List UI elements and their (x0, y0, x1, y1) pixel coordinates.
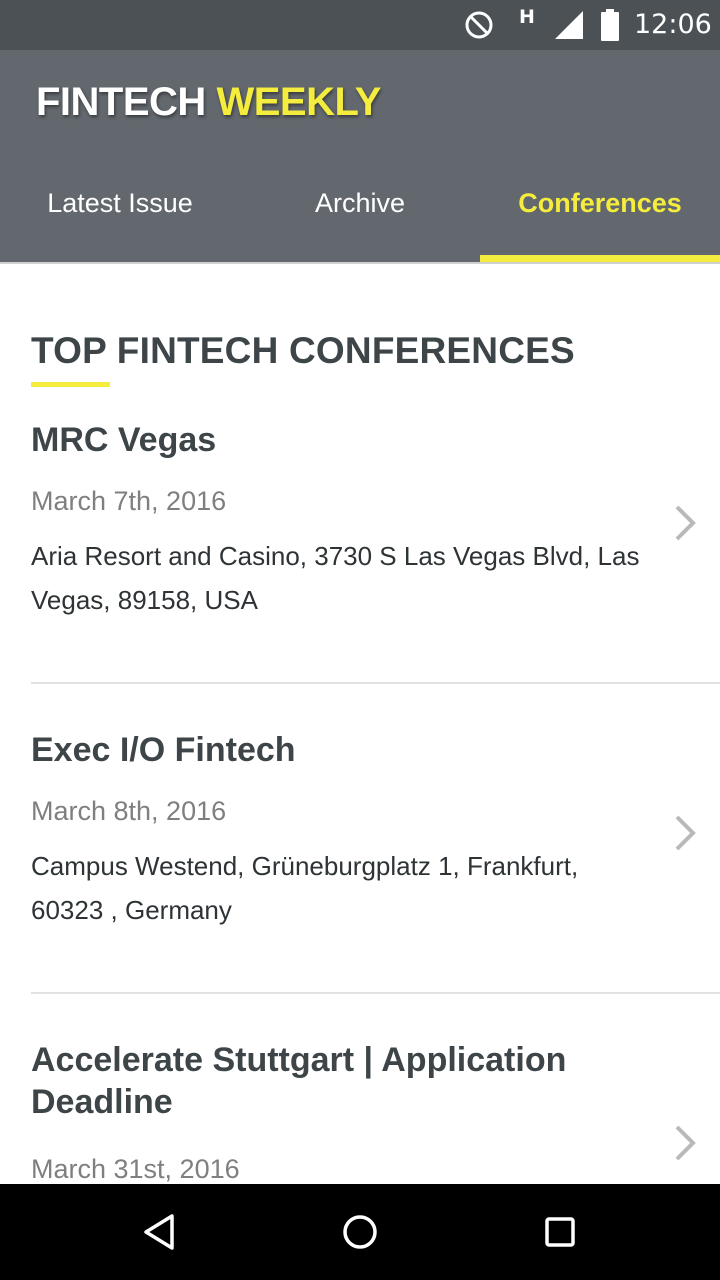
conference-address: Aria Resort and Casino, 3730 S Las Vegas… (31, 541, 640, 615)
home-icon[interactable] (336, 1208, 384, 1256)
system-nav-bar (0, 1184, 720, 1280)
conference-date: March 7th, 2016 (31, 486, 227, 516)
chevron-right-icon (675, 505, 696, 541)
recents-icon[interactable] (536, 1208, 584, 1256)
signal-icon (553, 0, 585, 50)
conference-date: March 8th, 2016 (31, 796, 227, 826)
tab-conferences[interactable]: Conferences (480, 164, 720, 262)
brand-fintech: FINTECH (36, 80, 206, 124)
tab-bar: Latest Issue Archive Conferences (0, 164, 720, 262)
battery-icon (600, 0, 620, 50)
conference-title: Exec I/O Fintech (31, 731, 296, 769)
network-h-icon: H (519, 6, 535, 28)
conference-title: Accelerate Stuttgart | Application Deadl… (31, 1041, 567, 1121)
status-clock: 12:06 (634, 9, 712, 40)
conference-list[interactable]: TOP FINTECH CONFERENCES MRC Vegas March … (0, 264, 720, 1184)
do-not-disturb-icon (464, 0, 494, 50)
list-item[interactable]: Accelerate Stuttgart | Application Deadl… (0, 994, 720, 1184)
list-item[interactable]: Exec I/O Fintech March 8th, 2016 Campus … (0, 684, 720, 994)
conference-address: Campus Westend, Grüneburgplatz 1, Frankf… (31, 851, 579, 925)
conference-date: March 31st, 2016 (31, 1154, 240, 1184)
app-logo: FINTECH WEEKLY (36, 80, 381, 125)
conference-title: MRC Vegas (31, 421, 217, 459)
tab-archive[interactable]: Archive (240, 164, 480, 262)
brand-weekly: WEEKLY (216, 80, 381, 124)
app-header: FINTECH WEEKLY Latest Issue Archive Conf… (0, 50, 720, 262)
tab-latest-issue[interactable]: Latest Issue (0, 164, 240, 262)
chevron-right-icon (675, 815, 696, 851)
list-item[interactable]: MRC Vegas March 7th, 2016 Aria Resort an… (0, 264, 720, 684)
status-bar: H 12:06 (0, 0, 720, 50)
chevron-right-icon (675, 1125, 696, 1161)
back-icon[interactable] (136, 1208, 184, 1256)
